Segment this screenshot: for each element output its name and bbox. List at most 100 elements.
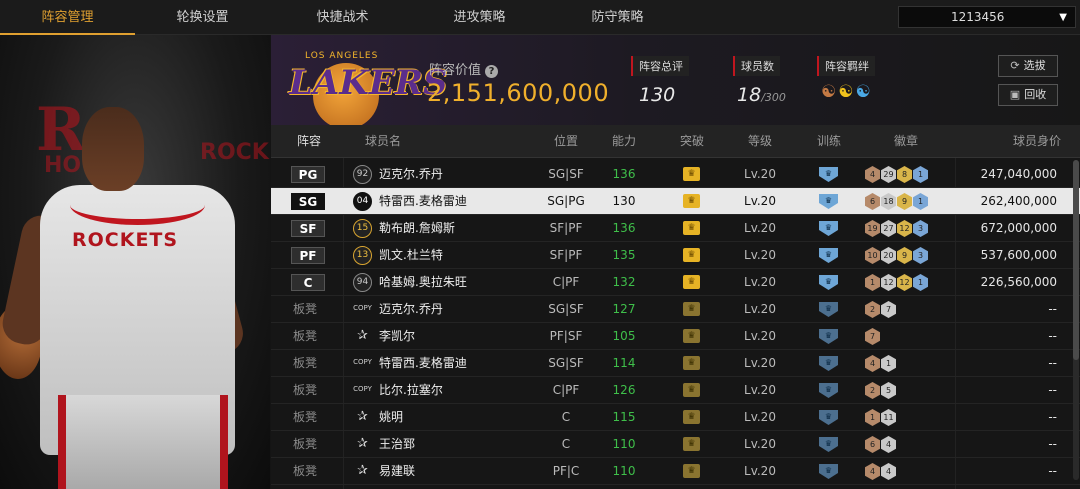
training-icon[interactable]: ♛ [819,410,838,425]
badge-icon[interactable]: 3 [913,220,928,237]
bond-blue-icon[interactable]: ☯ [856,82,873,102]
table-row[interactable]: 板凳 ✰ 王治郅 C 110 ♛ Lv.20 ♛ 6 4 -- [271,431,1080,458]
badge-icon[interactable]: 7 [881,301,896,318]
badge-icon[interactable]: 4 [881,436,896,453]
bond-bronze-icon[interactable]: ☯ [821,82,838,102]
badge-icon[interactable]: 6 [865,436,880,453]
training-icon[interactable]: ♛ [819,464,838,479]
tab-offense[interactable]: 进攻策略 [412,0,547,35]
table-row[interactable]: SF 15 勒布朗.詹姆斯 SF|PF 136 ♛ Lv.20 ♛ 19 27 12 3 672,000… [271,215,1080,242]
badge-icon[interactable]: 9 [897,193,912,210]
copy-tag: COPY [353,304,372,312]
training-icon[interactable]: ♛ [819,302,838,317]
tab-defense[interactable]: 防守策略 [550,0,685,35]
table-row[interactable]: C 94 哈基姆.奥拉朱旺 C|PF 132 ♛ Lv.20 ♛ 1 12 12 1 226,560,0… [271,269,1080,296]
training-icon[interactable]: ♛ [819,248,838,263]
badge-icon[interactable]: 3 [913,247,928,264]
lakers-logo-icon: LOS ANGELES LAKERS [289,45,448,129]
team-header: LOS ANGELES LAKERS 阵容价值? 2,151,600,000 阵… [271,35,1080,129]
help-icon[interactable]: ? [485,65,499,78]
badge-icon[interactable]: 12 [897,274,912,291]
crown-icon[interactable]: ♛ [683,383,700,397]
player-name[interactable]: 姚明 [379,404,403,431]
player-name[interactable]: 哈基姆.奥拉朱旺 [379,269,467,296]
player-position: C|PF [552,383,580,397]
training-icon[interactable]: ♛ [819,275,838,290]
badge-icon[interactable]: 2 [865,382,880,399]
crown-icon[interactable]: ♛ [683,221,700,235]
table-row[interactable]: 板凳 COPY 特雷西.麦格雷迪 SG|SF 114 ♛ Lv.20 ♛ 4 1 -- [271,350,1080,377]
badge-icon[interactable]: 11 [881,409,896,426]
badge-icon[interactable]: 1 [913,274,928,291]
training-icon[interactable]: ♛ [819,221,838,236]
badge-icon[interactable]: 19 [865,220,880,237]
crown-icon[interactable]: ♛ [683,356,700,370]
badge-icon[interactable]: 4 [865,355,880,372]
training-icon[interactable]: ♛ [819,356,838,371]
table-row[interactable]: PF 13 凯文.杜兰特 SF|PF 135 ♛ Lv.20 ♛ 10 20 9 3 537,600,0… [271,242,1080,269]
table-row[interactable]: 板凳 COPY 比尔.拉塞尔 C|PF 126 ♛ Lv.20 ♛ 2 5 -- [271,377,1080,404]
table-row[interactable]: 板凳 ✰ 易建联 PF|C 110 ♛ Lv.20 ♛ 4 4 -- [271,458,1080,485]
badge-icon[interactable]: 4 [865,463,880,480]
badge-icon[interactable]: 20 [881,247,896,264]
badge-icon[interactable]: 2 [865,301,880,318]
player-name[interactable]: 迈克尔.乔丹 [379,161,443,188]
table-row[interactable]: 板凳 COPY 迈克尔.乔丹 SG|SF 127 ♛ Lv.20 ♛ 2 7 -- [271,296,1080,323]
badge-icon[interactable]: 18 [881,193,896,210]
badge-icon[interactable]: 7 [865,328,880,345]
badge-icon[interactable]: 8 [897,166,912,183]
crown-icon[interactable]: ♛ [683,410,700,424]
crown-icon[interactable]: ♛ [683,275,700,289]
player-name[interactable]: 李凯尔 [379,323,415,350]
badge-icon[interactable]: 27 [881,220,896,237]
crown-icon[interactable]: ♛ [683,302,700,316]
training-icon[interactable]: ♛ [819,194,838,209]
player-name[interactable]: 易建联 [379,458,415,485]
badge-icon[interactable]: 1 [881,355,896,372]
training-icon[interactable]: ♛ [819,329,838,344]
badge-icon[interactable]: 6 [865,193,880,210]
badge-icon[interactable]: 1 [913,193,928,210]
bond-gold-icon[interactable]: ☯ [838,82,855,102]
player-name[interactable]: 凯文.杜兰特 [379,242,443,269]
tab-rotation[interactable]: 轮换设置 [135,0,270,35]
player-price: -- [1048,464,1057,478]
badge-icon[interactable]: 1 [865,274,880,291]
badge-icon[interactable]: 9 [897,247,912,264]
player-name[interactable]: 迈克尔.乔丹 [379,296,443,323]
table-row[interactable]: PG 92 迈克尔.乔丹 SG|SF 136 ♛ Lv.20 ♛ 4 29 8 1 247,040,00… [271,161,1080,188]
crown-icon[interactable]: ♛ [683,329,700,343]
user-dropdown[interactable]: 1213456 ▼ [898,6,1076,28]
player-name[interactable]: 特雷西.麦格雷迪 [379,350,467,377]
tab-quick-tactics[interactable]: 快捷战术 [275,0,410,35]
recycle-button[interactable]: ▣ 回收 [998,84,1058,106]
badge-icon[interactable]: 1 [865,409,880,426]
badge-icon[interactable]: 29 [881,166,896,183]
player-name[interactable]: 比尔.拉塞尔 [379,377,443,404]
badge-icon[interactable]: 5 [881,382,896,399]
badge-icon[interactable]: 4 [881,463,896,480]
badge-icon[interactable]: 12 [881,274,896,291]
crown-icon[interactable]: ♛ [683,194,700,208]
crown-icon[interactable]: ♛ [683,464,700,478]
table-row[interactable]: SG 04 特雷西.麦格雷迪 SG|PG 130 ♛ Lv.20 ♛ 6 18 9 1 262,400,… [271,188,1080,215]
tab-lineup[interactable]: 阵容管理 [0,0,135,35]
training-icon[interactable]: ♛ [819,437,838,452]
badge-icon[interactable]: 10 [865,247,880,264]
table-row[interactable]: 板凳 ✰ 李凯尔 PF|SF 105 ♛ Lv.20 ♛ 7 -- [271,323,1080,350]
crown-icon[interactable]: ♛ [683,437,700,451]
crown-icon[interactable]: ♛ [683,167,700,181]
select-button[interactable]: ⟳ 选拔 [998,55,1058,77]
player-name[interactable]: 王治郅 [379,431,415,458]
training-icon[interactable]: ♛ [819,167,838,182]
player-name[interactable]: 特雷西.麦格雷迪 [379,188,467,215]
training-icon[interactable]: ♛ [819,383,838,398]
badge-icon[interactable]: 4 [865,166,880,183]
badge-icon[interactable]: 1 [913,166,928,183]
table-row[interactable]: 板凳 ✰ 姚明 C 115 ♛ Lv.20 ♛ 1 11 -- [271,404,1080,431]
badge-icon[interactable]: 12 [897,220,912,237]
player-price: 262,400,000 [980,194,1057,208]
table-scrollbar[interactable] [1073,160,1079,480]
player-name[interactable]: 勒布朗.詹姆斯 [379,215,455,242]
crown-icon[interactable]: ♛ [683,248,700,262]
